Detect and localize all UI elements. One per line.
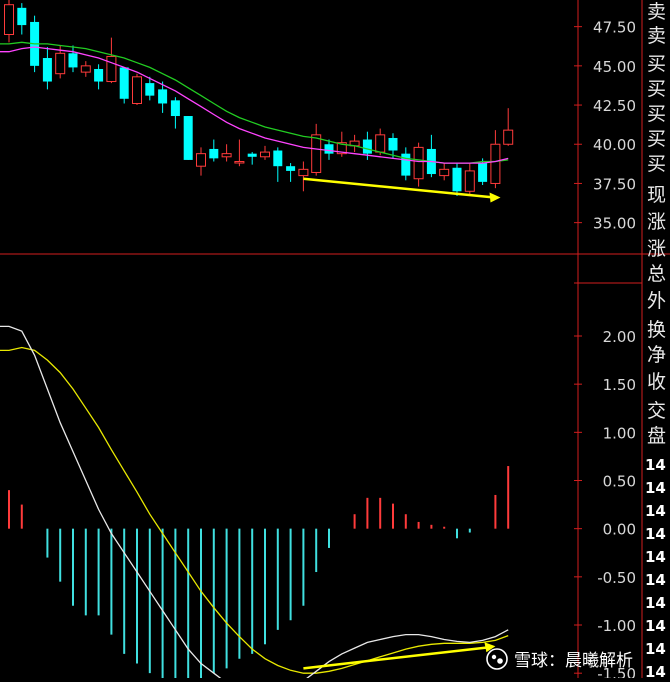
sidebar-label: 总	[646, 263, 666, 285]
watermark-text: 雪球：晨曦解析	[514, 651, 633, 671]
candle-body	[362, 139, 372, 154]
y-tick-label: 37.50	[593, 175, 636, 193]
sidebar-number: 14	[645, 571, 666, 589]
candle-body	[388, 137, 398, 151]
candle-body	[234, 160, 245, 164]
candle-body	[80, 65, 91, 73]
candle-body	[247, 153, 257, 157]
sidebar-number: 14	[645, 594, 666, 612]
sidebar-label: 涨	[646, 238, 666, 260]
y-tick-label: 1.50	[603, 376, 636, 394]
y-tick-label: 2.00	[603, 328, 636, 346]
candle-body	[183, 116, 193, 160]
candle-body	[94, 68, 104, 82]
y-tick-label: 47.50	[593, 19, 636, 37]
candle-body	[286, 166, 296, 171]
sidebar-number: 14	[645, 640, 666, 658]
y-tick-label: 45.00	[593, 58, 636, 76]
candle-body	[4, 4, 14, 35]
snowball-logo-icon	[486, 647, 508, 670]
candle-body	[158, 89, 168, 104]
sidebar-number: 14	[645, 525, 666, 543]
y-tick-label: 0.50	[603, 473, 636, 491]
candle-body	[464, 170, 475, 192]
sidebar-label: 收	[646, 371, 666, 393]
chart-background	[0, 0, 670, 678]
candle-body	[221, 153, 232, 158]
sidebar-label: 涨	[646, 211, 666, 233]
sidebar-label: 卖	[646, 1, 666, 23]
sidebar-label: 交	[646, 400, 666, 422]
candle-body	[311, 134, 322, 173]
sidebar-label: 买	[646, 53, 666, 75]
candle-body	[55, 52, 66, 75]
sidebar-label: 卖	[646, 25, 666, 47]
y-tick-label: -1.00	[597, 617, 636, 635]
candle-body	[145, 83, 155, 96]
sidebar-number: 14	[645, 663, 666, 681]
sidebar-label: 外	[646, 290, 666, 312]
candle-body	[503, 129, 514, 145]
candle-body	[273, 150, 283, 167]
sidebar-number: 14	[645, 617, 666, 635]
candle-body	[298, 168, 309, 177]
sidebar-number: 14	[645, 548, 666, 566]
sidebar-label: 净	[646, 344, 666, 366]
candle-body	[260, 151, 270, 158]
y-tick-label: 1.00	[603, 424, 636, 442]
sidebar-number: 14	[645, 479, 666, 497]
sidebar-label: 现	[646, 184, 666, 206]
y-tick-label: 40.00	[593, 136, 636, 154]
candle-body	[68, 53, 78, 68]
y-tick-label: 35.00	[593, 215, 636, 233]
y-tick-label: -0.50	[597, 569, 636, 587]
sidebar-label: 买	[646, 128, 666, 150]
y-tick-label: 0.00	[603, 521, 636, 539]
sidebar-number: 14	[645, 502, 666, 520]
candle-body	[375, 134, 386, 153]
sidebar-label: 买	[646, 103, 666, 125]
stock-chart: 47.50 45.00 42.50 40.00 37.50 35.00 2.00 1.50 1…	[0, 0, 670, 678]
sidebar-number: 14	[645, 456, 666, 474]
candle-body	[209, 148, 219, 159]
candle-body	[17, 7, 27, 26]
candle-body	[490, 143, 501, 184]
sidebar-label: 买	[646, 78, 666, 100]
candle-body	[119, 67, 129, 99]
candle-body	[439, 168, 450, 177]
candle-body	[413, 146, 424, 180]
candle-body	[170, 100, 180, 117]
candle-body	[132, 76, 142, 104]
candle-body	[452, 167, 462, 192]
sidebar-label: 盘	[646, 425, 666, 447]
sidebar-label: 换	[646, 319, 666, 341]
y-tick-label: 42.50	[593, 97, 636, 115]
candle-body	[478, 163, 488, 182]
candle-body	[324, 144, 334, 154]
candle-body	[42, 58, 52, 82]
watermark: 雪球：晨曦解析	[486, 646, 633, 671]
sidebar-label: 买	[646, 153, 666, 175]
candle-body	[106, 55, 117, 83]
candle-body	[196, 153, 206, 167]
